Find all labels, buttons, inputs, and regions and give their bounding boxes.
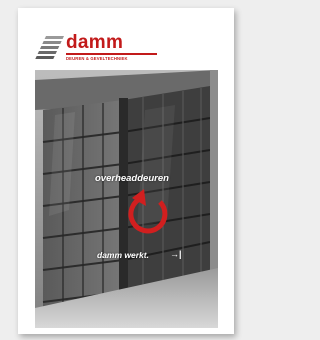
overhead-door-photo: overheaddeuren damm werkt. →| [35, 70, 218, 328]
brand-tagline: DEUREN & GEVELTECHNIEK [66, 56, 128, 61]
title-overheaddeuren: overheaddeuren [95, 173, 169, 184]
brochure-cover: damm DEUREN & GEVELTECHNIEK overheaddeur… [18, 8, 234, 334]
circular-arrow-icon [128, 189, 168, 234]
brand-name: damm [66, 32, 124, 53]
arrow-to-bar-icon: →| [170, 249, 182, 259]
brand-underline [66, 53, 157, 55]
slogan: damm werkt. [97, 250, 149, 260]
striped-panel-logo-icon [35, 36, 64, 59]
damm-logo: damm DEUREN & GEVELTECHNIEK [33, 30, 163, 66]
